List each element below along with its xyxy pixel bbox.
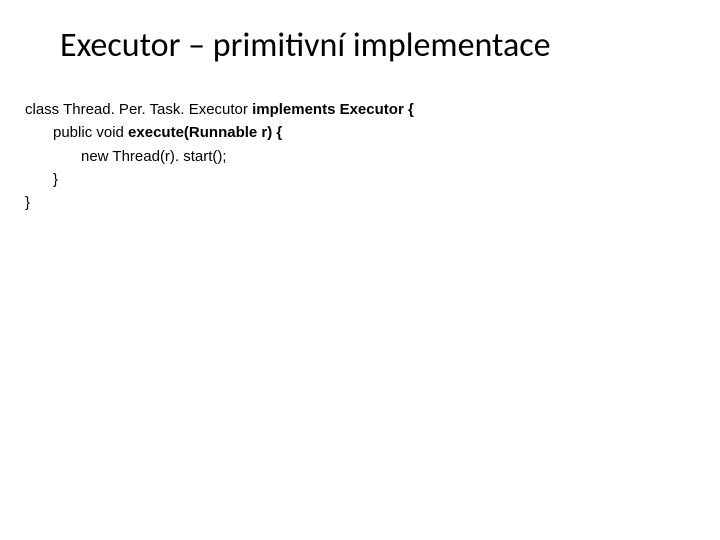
slide-title: Executor – primitivní implementace <box>60 25 660 66</box>
code-line-3: new Thread(r). start(); <box>25 145 660 168</box>
slide-container: Executor – primitivní implementace class… <box>0 0 720 540</box>
code-line-4: } <box>25 168 660 191</box>
code-bold-text: implements Executor { <box>252 101 414 118</box>
code-line-1: class Thread. Per. Task. Executor implem… <box>25 98 660 121</box>
code-text: class Thread. Per. Task. Executor <box>25 101 252 118</box>
code-line-5: } <box>25 191 660 214</box>
code-line-2: public void execute(Runnable r) { <box>25 121 660 144</box>
code-text: public void <box>53 124 128 141</box>
code-block: class Thread. Per. Task. Executor implem… <box>25 98 660 214</box>
code-bold-text: execute(Runnable r) { <box>128 124 282 141</box>
